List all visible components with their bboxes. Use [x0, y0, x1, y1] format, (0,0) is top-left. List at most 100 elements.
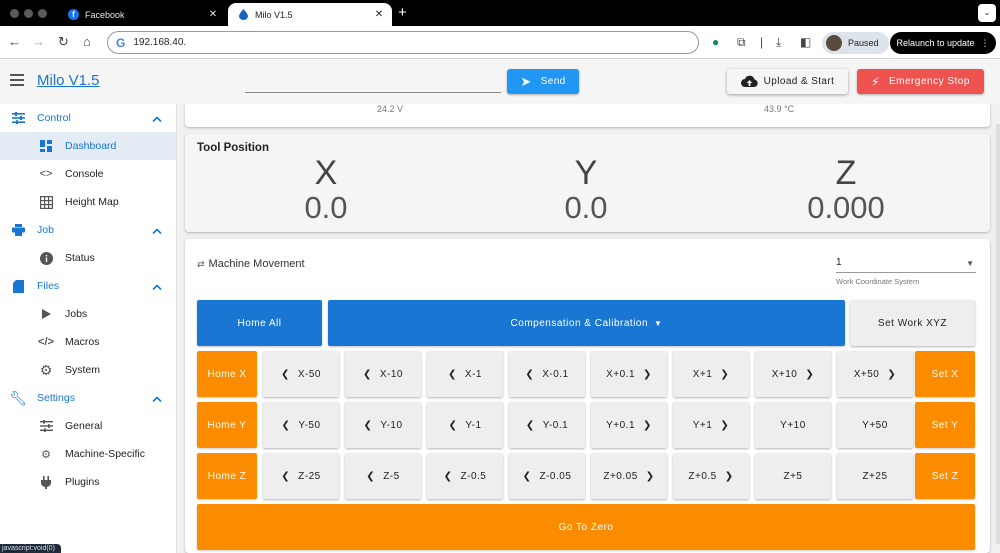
jog-x-minus-0.1-button[interactable]: ❮ X-0.1	[509, 351, 585, 397]
upload-and-start-button[interactable]: Upload & Start	[727, 69, 848, 94]
machine-movement-heading: ⇄ Machine Movement	[197, 258, 305, 270]
jog-z-minus-0.05-button[interactable]: ❮ Z-0.05	[509, 453, 585, 499]
jog-y-plus-10-button[interactable]: Y+10	[755, 402, 831, 448]
sidebar-item-plugins[interactable]: Plugins	[0, 468, 176, 496]
facebook-icon: f	[68, 9, 79, 20]
jog-z-plus-0.05-button[interactable]: Z+0.05 ❯	[591, 453, 667, 499]
set-z-label: Set Z	[931, 470, 959, 482]
reload-icon[interactable]: ↻	[58, 34, 69, 50]
machine-movement-card: ⇄ Machine Movement 1 ▼ Work Coordinate Sy…	[185, 239, 990, 553]
jog-z-plus-0.5-button[interactable]: Z+0.5 ❯	[673, 453, 749, 499]
emergency-stop-button[interactable]: ⚡ Emergency Stop	[857, 69, 984, 94]
jog-y-plus-50-button[interactable]: Y+50	[837, 402, 913, 448]
relaunch-button[interactable]: Relaunch to update ⋮	[890, 32, 996, 54]
home-x-button[interactable]: Home X	[197, 351, 257, 397]
jog-x-minus-1-button[interactable]: ❮ X-1	[427, 351, 503, 397]
profile-button[interactable]: Paused	[822, 32, 889, 54]
jog-x-plus-50-button[interactable]: X+50 ❯	[837, 351, 913, 397]
jog-z-minus-25-button[interactable]: ❮ Z-25	[263, 453, 339, 499]
menu-icon[interactable]	[10, 74, 24, 86]
flash-icon: ⚡	[871, 74, 880, 89]
sidebar-item-label: System	[65, 364, 101, 376]
grid-icon	[38, 194, 54, 210]
window-close-dot[interactable]	[10, 9, 19, 18]
axis-x-value: 0.0	[304, 190, 348, 225]
sliders-icon	[38, 418, 54, 434]
set-y-label: Set Y	[931, 419, 959, 431]
new-tab-icon[interactable]: +	[398, 3, 407, 23]
upload-label: Upload & Start	[763, 76, 835, 87]
sidebar: Control Dashboard <> Console Height Map …	[0, 104, 177, 553]
close-icon[interactable]: ✕	[372, 9, 386, 20]
jog-x-minus-10-button[interactable]: ❮ X-10	[345, 351, 421, 397]
axis-z-label: Z	[835, 154, 857, 192]
home-all-button[interactable]: Home All	[197, 300, 322, 346]
sidebar-item-jobs[interactable]: Jobs	[0, 300, 176, 328]
sidebar-item-system[interactable]: ⚙ System	[0, 356, 176, 384]
window-minimize-dot[interactable]	[24, 9, 33, 18]
sidebar-item-machine-specific[interactable]: ⚙ Machine-Specific	[0, 440, 176, 468]
chevron-left-icon: ❮	[362, 368, 372, 380]
forward-arrow-icon[interactable]: →	[32, 34, 45, 50]
set-x-button[interactable]: Set X	[915, 351, 975, 397]
sidebar-item-general[interactable]: General	[0, 412, 176, 440]
jog-y-minus-50-button[interactable]: ❮ Y-50	[263, 402, 339, 448]
sidebar-group-files[interactable]: Files	[0, 272, 176, 300]
jog-z-plus-5-button[interactable]: Z+5	[755, 453, 831, 499]
jog-y-plus-0.1-button[interactable]: Y+0.1 ❯	[591, 402, 667, 448]
sidebar-item-height-map[interactable]: Height Map	[0, 188, 176, 216]
home-icon[interactable]: ⌂	[83, 34, 91, 50]
browser-tab-milo[interactable]: Milo V1.5 ✕	[228, 3, 392, 26]
compensation-calibration-button[interactable]: Compensation & Calibration ▼	[328, 300, 845, 346]
machine-movement-title: Machine Movement	[208, 258, 305, 270]
sidebar-item-dashboard[interactable]: Dashboard	[0, 132, 176, 160]
set-z-button[interactable]: Set Z	[915, 453, 975, 499]
set-work-xyz-button[interactable]: Set Work XYZ	[850, 300, 975, 346]
jog-y-minus-0.1-button[interactable]: ❮ Y-0.1	[509, 402, 585, 448]
sidebar-item-label: General	[65, 420, 103, 432]
jog-label: Z-0.5	[460, 470, 487, 482]
window-zoom-dot[interactable]	[38, 9, 47, 18]
side-panel-icon[interactable]: ◧	[800, 35, 811, 49]
sidebar-group-control[interactable]: Control	[0, 104, 176, 132]
home-y-button[interactable]: Home Y	[197, 402, 257, 448]
sidebar-item-label: Status	[65, 252, 95, 264]
sidebar-item-label: Height Map	[65, 196, 119, 208]
sidebar-group-settings[interactable]: 🔧︎ Settings	[0, 384, 176, 412]
code-icon: <>	[39, 168, 53, 180]
home-z-button[interactable]: Home Z	[197, 453, 257, 499]
app-title-link[interactable]: Milo V1.5	[37, 72, 100, 89]
sidebar-item-macros[interactable]: </> Macros	[0, 328, 176, 356]
close-icon[interactable]: ✕	[206, 9, 220, 20]
jog-z-plus-25-button[interactable]: Z+25	[837, 453, 913, 499]
jog-y-minus-1-button[interactable]: ❮ Y-1	[427, 402, 503, 448]
download-icon[interactable]: ⤓	[776, 35, 781, 49]
chevron-down-icon[interactable]: ⌄	[978, 4, 996, 22]
main-scrollbar[interactable]	[996, 124, 1000, 544]
jog-x-minus-50-button[interactable]: ❮ X-50	[263, 351, 339, 397]
extension-grammarly-icon[interactable]: ●	[712, 35, 719, 49]
jog-y-plus-1-button[interactable]: Y+1 ❯	[673, 402, 749, 448]
work-coordinate-select[interactable]: 1 ▼	[836, 255, 976, 273]
go-to-zero-button[interactable]: Go To Zero	[197, 504, 975, 550]
jog-z-minus-0.5-button[interactable]: ❮ Z-0.5	[427, 453, 503, 499]
extensions-puzzle-icon[interactable]: ⧉	[737, 35, 746, 49]
browser-tab-facebook[interactable]: f Facebook ✕	[58, 3, 226, 26]
send-button[interactable]: ➤ Send	[507, 69, 579, 94]
gcode-input[interactable]	[245, 69, 501, 93]
back-arrow-icon[interactable]: ←	[8, 34, 21, 50]
jog-x-plus-1-button[interactable]: X+1 ❯	[673, 351, 749, 397]
jog-x-plus-0.1-button[interactable]: X+0.1 ❯	[591, 351, 667, 397]
jog-label: Y+50	[862, 419, 888, 431]
jog-y-minus-10-button[interactable]: ❮ Y-10	[345, 402, 421, 448]
sidebar-group-job[interactable]: Job	[0, 216, 176, 244]
sidebar-item-status[interactable]: Status	[0, 244, 176, 272]
chevron-left-icon: ❮	[280, 368, 290, 380]
relaunch-label: Relaunch to update	[896, 38, 975, 48]
sidebar-item-console[interactable]: <> Console	[0, 160, 176, 188]
set-y-button[interactable]: Set Y	[915, 402, 975, 448]
jog-x-plus-10-button[interactable]: X+10 ❯	[755, 351, 831, 397]
jog-label: X+50	[853, 368, 880, 380]
address-bar[interactable]: G 192.168.40.	[107, 31, 699, 54]
jog-z-minus-5-button[interactable]: ❮ Z-5	[345, 453, 421, 499]
